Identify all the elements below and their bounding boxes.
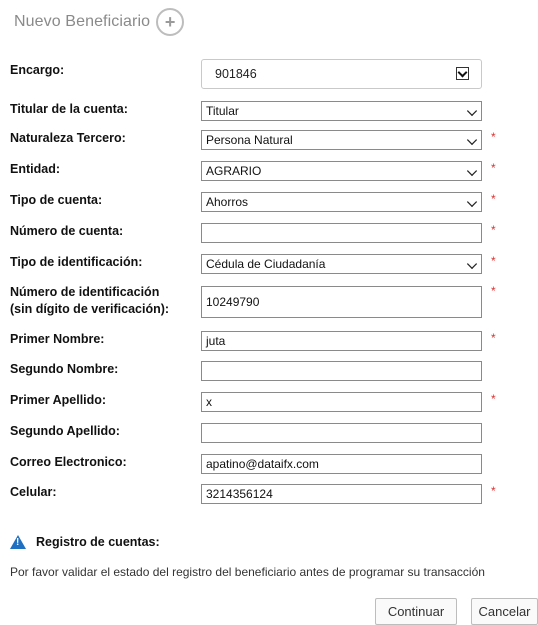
encargo-label: Encargo: <box>10 63 65 77</box>
chevron-down-icon <box>466 165 478 177</box>
entidad-select[interactable]: AGRARIO <box>201 161 482 181</box>
primer-nombre-label: Primer Nombre: <box>10 332 105 346</box>
naturaleza-value: Persona Natural <box>206 133 293 147</box>
naturaleza-label: Naturaleza Tercero: <box>10 131 126 145</box>
notice-message: Por favor validar el estado del registro… <box>10 565 485 579</box>
required-marker: * <box>491 192 496 206</box>
correo-label: Correo Electronico: <box>10 455 127 469</box>
cancel-button[interactable]: Cancelar <box>471 598 538 625</box>
titular-label: Titular de la cuenta: <box>10 102 128 116</box>
primer-apellido-value: x <box>206 395 212 409</box>
required-marker: * <box>491 161 496 175</box>
chevron-down-icon <box>466 105 478 117</box>
page-header: Nuevo Beneficiario + <box>6 6 185 38</box>
entidad-label: Entidad: <box>10 162 60 176</box>
encargo-select[interactable]: 901846 <box>201 59 482 89</box>
plus-circle-icon[interactable]: + <box>156 8 185 36</box>
celular-label: Celular: <box>10 485 57 499</box>
titular-select[interactable]: Titular <box>201 101 482 121</box>
chevron-down-icon[interactable] <box>456 67 469 80</box>
page-title: Nuevo Beneficiario <box>14 13 151 30</box>
numero-cuenta-label: Número de cuenta: <box>10 224 124 238</box>
numero-id-label-line2: (sin dígito de verificación): <box>10 302 170 316</box>
numero-id-input[interactable]: 10249790 <box>201 286 482 318</box>
chevron-down-icon <box>466 258 478 270</box>
primer-apellido-input[interactable]: x <box>201 392 482 412</box>
required-marker: * <box>491 254 496 268</box>
required-marker: * <box>491 223 496 237</box>
correo-input[interactable]: apatino@dataifx.com <box>201 454 482 474</box>
correo-value: apatino@dataifx.com <box>206 457 319 471</box>
primer-nombre-input[interactable]: juta <box>201 331 482 351</box>
titular-value: Titular <box>206 104 239 118</box>
tipo-cuenta-value: Ahorros <box>206 195 249 209</box>
segundo-nombre-input[interactable] <box>201 361 482 381</box>
primer-nombre-value: juta <box>206 334 226 348</box>
naturaleza-select[interactable]: Persona Natural <box>201 130 482 150</box>
celular-input[interactable]: 3214356124 <box>201 484 482 504</box>
tipo-cuenta-select[interactable]: Ahorros <box>201 192 482 212</box>
continue-button[interactable]: Continuar <box>375 598 457 625</box>
numero-id-label: Número de identificación (sin dígito de … <box>10 284 169 318</box>
required-marker: * <box>491 331 496 345</box>
chevron-down-icon <box>466 196 478 208</box>
tipo-cuenta-label: Tipo de cuenta: <box>10 193 103 207</box>
tipo-id-select[interactable]: Cédula de Ciudadanía <box>201 254 482 274</box>
numero-id-label-line1: Número de identificación <box>10 285 160 299</box>
encargo-value: 901846 <box>215 67 257 81</box>
notice-header: ! Registro de cuentas: <box>10 535 160 549</box>
required-marker: * <box>491 392 496 406</box>
entidad-value: AGRARIO <box>206 164 262 178</box>
required-marker: * <box>491 484 496 498</box>
warning-icon: ! <box>10 535 26 549</box>
required-marker: * <box>491 284 496 298</box>
numero-id-value: 10249790 <box>206 295 260 309</box>
celular-value: 3214356124 <box>206 487 273 501</box>
segundo-apellido-input[interactable] <box>201 423 482 443</box>
numero-cuenta-input[interactable] <box>201 223 482 243</box>
required-marker: * <box>491 130 496 144</box>
segundo-apellido-label: Segundo Apellido: <box>10 424 120 438</box>
chevron-down-icon <box>466 134 478 146</box>
tipo-id-label: Tipo de identificación: <box>10 255 143 269</box>
segundo-nombre-label: Segundo Nombre: <box>10 362 119 376</box>
notice-title: Registro de cuentas: <box>36 535 160 549</box>
primer-apellido-label: Primer Apellido: <box>10 393 107 407</box>
tipo-id-value: Cédula de Ciudadanía <box>206 257 326 271</box>
